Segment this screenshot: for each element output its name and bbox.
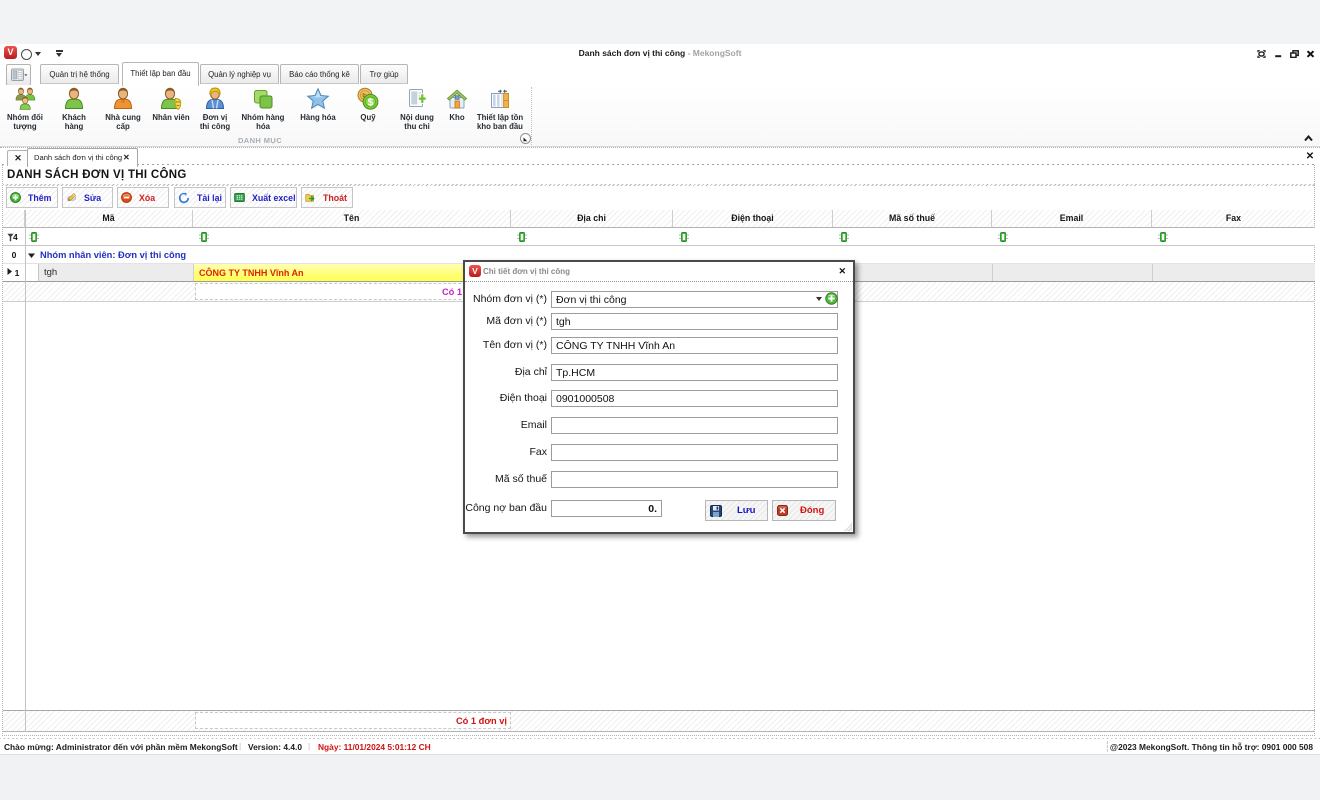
- svg-text:$: $: [368, 97, 374, 109]
